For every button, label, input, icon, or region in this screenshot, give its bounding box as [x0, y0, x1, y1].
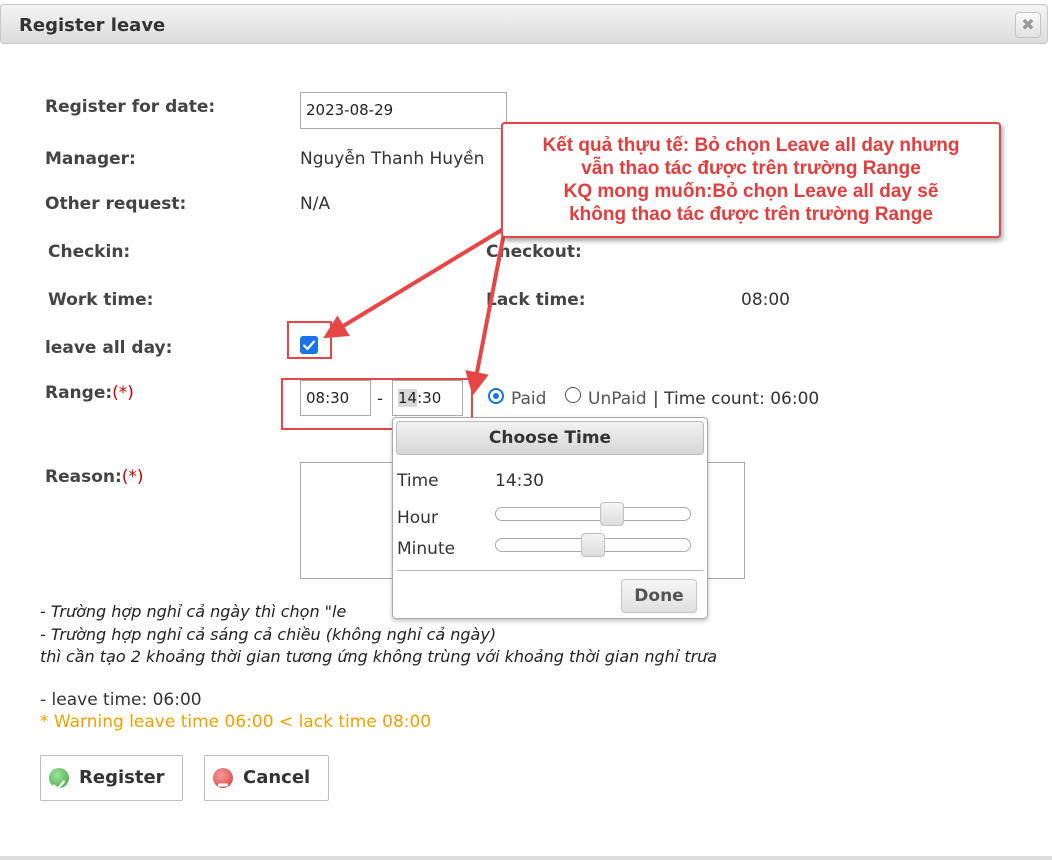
annotation-callout: Kết quả thựu tế: Bỏ chọn Leave all day n… [501, 122, 1001, 238]
arrow-to-range [465, 227, 507, 396]
annotation-line-3: KQ mong muốn:Bỏ chọn Leave all day sẽ [563, 181, 939, 202]
annotation-line-4: không thao tác được trên trường Range [569, 204, 933, 225]
annotation-line-1: Kết quả thựu tế: Bỏ chọn Leave all day n… [542, 135, 960, 156]
arrow-to-checkbox [323, 226, 507, 339]
annotation-line-2: vẫn thao tác được trên trường Range [581, 158, 921, 179]
dialog-bottom-border [0, 856, 1052, 860]
